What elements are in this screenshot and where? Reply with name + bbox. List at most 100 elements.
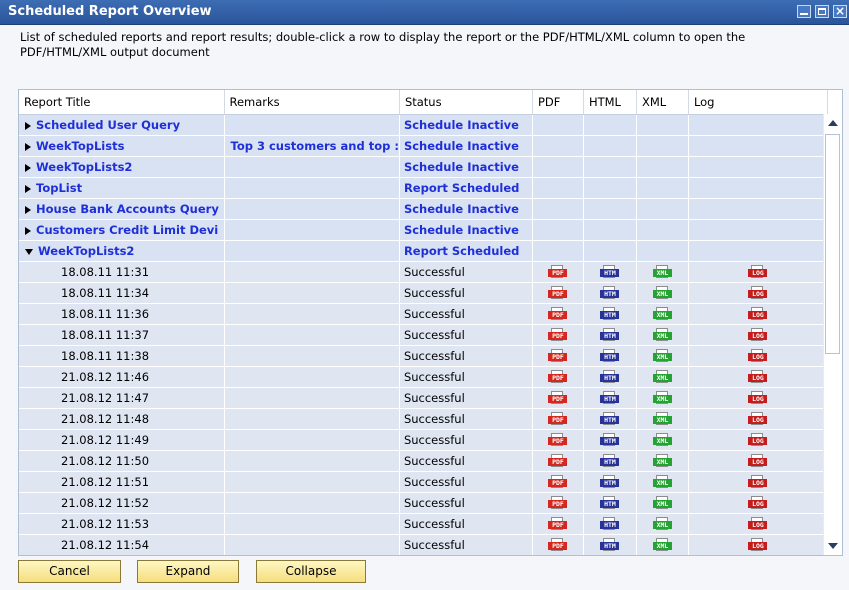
log-document-icon[interactable]: LOG xyxy=(748,265,768,279)
pdf-document-icon[interactable]: PDF xyxy=(548,517,568,531)
html-cell[interactable]: HTM xyxy=(583,366,637,388)
pdf-document-icon[interactable]: PDF xyxy=(548,538,568,552)
xml-document-icon[interactable]: XML xyxy=(652,370,672,384)
xml-cell[interactable]: XML xyxy=(636,471,689,493)
xml-cell[interactable]: XML xyxy=(636,282,689,304)
html-cell[interactable]: HTM xyxy=(583,429,637,451)
report-group-row[interactable]: House Bank Accounts Query Schedule Inacti… xyxy=(19,198,828,220)
column-header-status[interactable]: Status xyxy=(399,90,533,115)
log-cell[interactable]: LOG xyxy=(688,366,828,388)
log-document-icon[interactable]: LOG xyxy=(748,286,768,300)
log-cell[interactable]: LOG xyxy=(688,345,828,367)
xml-document-icon[interactable]: XML xyxy=(652,328,672,342)
collapsed-triangle-icon[interactable] xyxy=(25,142,31,151)
xml-cell[interactable]: XML xyxy=(636,366,689,388)
collapsed-triangle-icon[interactable] xyxy=(25,226,31,235)
log-document-icon[interactable]: LOG xyxy=(748,454,768,468)
pdf-document-icon[interactable]: PDF xyxy=(548,433,568,447)
html-cell[interactable]: HTM xyxy=(583,345,637,367)
log-cell[interactable]: LOG xyxy=(688,303,828,325)
log-document-icon[interactable]: LOG xyxy=(748,475,768,489)
log-cell[interactable]: LOG xyxy=(688,513,828,535)
xml-cell[interactable]: XML xyxy=(636,513,689,535)
column-header-pdf[interactable]: PDF xyxy=(532,90,584,115)
xml-cell[interactable]: XML xyxy=(636,303,689,325)
cancel-button[interactable]: Cancel xyxy=(18,560,121,583)
xml-cell[interactable]: XML xyxy=(636,492,689,514)
minimize-button[interactable] xyxy=(797,5,811,18)
report-group-row[interactable]: WeekTopLists Top 3 customers and top : Sch… xyxy=(19,135,828,157)
result-row[interactable]: 21.08.12 11:51 Successful PDF HTM XML LOG xyxy=(19,471,828,493)
xml-document-icon[interactable]: XML xyxy=(652,265,672,279)
log-document-icon[interactable]: LOG xyxy=(748,307,768,321)
xml-cell[interactable]: XML xyxy=(636,324,689,346)
report-group-row[interactable]: TopList Report Scheduled xyxy=(19,177,828,199)
xml-cell[interactable]: XML xyxy=(636,387,689,409)
html-document-icon[interactable]: HTM xyxy=(600,538,620,552)
report-group-row[interactable]: WeekTopLists2 Report Scheduled xyxy=(19,240,828,262)
scroll-down-arrow-icon[interactable] xyxy=(828,543,838,549)
pdf-cell[interactable]: PDF xyxy=(532,450,584,472)
html-document-icon[interactable]: HTM xyxy=(600,433,620,447)
pdf-cell[interactable]: PDF xyxy=(532,471,584,493)
pdf-cell[interactable]: PDF xyxy=(532,408,584,430)
pdf-document-icon[interactable]: PDF xyxy=(548,349,568,363)
result-row[interactable]: 21.08.12 11:47 Successful PDF HTM XML LOG xyxy=(19,387,828,409)
html-cell[interactable]: HTM xyxy=(583,261,637,283)
html-document-icon[interactable]: HTM xyxy=(600,370,620,384)
pdf-cell[interactable]: PDF xyxy=(532,261,584,283)
result-row[interactable]: 21.08.12 11:54 Successful PDF HTM XML LOG xyxy=(19,534,828,555)
result-row[interactable]: 21.08.12 11:52 Successful PDF HTM XML LOG xyxy=(19,492,828,514)
pdf-document-icon[interactable]: PDF xyxy=(548,454,568,468)
scroll-thumb[interactable] xyxy=(825,134,840,354)
result-row[interactable]: 21.08.12 11:48 Successful PDF HTM XML LOG xyxy=(19,408,828,430)
pdf-document-icon[interactable]: PDF xyxy=(548,496,568,510)
collapsed-triangle-icon[interactable] xyxy=(25,121,31,130)
xml-document-icon[interactable]: XML xyxy=(652,475,672,489)
column-header-report-title[interactable]: Report Title xyxy=(19,90,225,115)
result-row[interactable]: 18.08.11 11:34 Successful PDF HTM XML LOG xyxy=(19,282,828,304)
log-document-icon[interactable]: LOG xyxy=(748,517,768,531)
html-cell[interactable]: HTM xyxy=(583,471,637,493)
html-cell[interactable]: HTM xyxy=(583,303,637,325)
xml-cell[interactable]: XML xyxy=(636,408,689,430)
log-document-icon[interactable]: LOG xyxy=(748,412,768,426)
xml-document-icon[interactable]: XML xyxy=(652,307,672,321)
vertical-scrollbar[interactable] xyxy=(823,114,842,555)
pdf-document-icon[interactable]: PDF xyxy=(548,475,568,489)
column-header-xml[interactable]: XML xyxy=(636,90,689,115)
pdf-cell[interactable]: PDF xyxy=(532,429,584,451)
log-document-icon[interactable]: LOG xyxy=(748,496,768,510)
log-cell[interactable]: LOG xyxy=(688,450,828,472)
html-cell[interactable]: HTM xyxy=(583,450,637,472)
report-group-row[interactable]: WeekTopLists2 Schedule Inactive xyxy=(19,156,828,178)
result-row[interactable]: 21.08.12 11:49 Successful PDF HTM XML LOG xyxy=(19,429,828,451)
html-document-icon[interactable]: HTM xyxy=(600,517,620,531)
xml-document-icon[interactable]: XML xyxy=(652,496,672,510)
collapsed-triangle-icon[interactable] xyxy=(25,184,31,193)
log-document-icon[interactable]: LOG xyxy=(748,433,768,447)
html-document-icon[interactable]: HTM xyxy=(600,328,620,342)
html-document-icon[interactable]: HTM xyxy=(600,307,620,321)
result-row[interactable]: 21.08.12 11:46 Successful PDF HTM XML LOG xyxy=(19,366,828,388)
xml-document-icon[interactable]: XML xyxy=(652,349,672,363)
log-cell[interactable]: LOG xyxy=(688,534,828,555)
html-cell[interactable]: HTM xyxy=(583,324,637,346)
html-cell[interactable]: HTM xyxy=(583,534,637,555)
log-document-icon[interactable]: LOG xyxy=(748,538,768,552)
xml-document-icon[interactable]: XML xyxy=(652,391,672,405)
log-cell[interactable]: LOG xyxy=(688,408,828,430)
pdf-cell[interactable]: PDF xyxy=(532,282,584,304)
pdf-document-icon[interactable]: PDF xyxy=(548,328,568,342)
log-cell[interactable]: LOG xyxy=(688,429,828,451)
pdf-cell[interactable]: PDF xyxy=(532,324,584,346)
log-document-icon[interactable]: LOG xyxy=(748,370,768,384)
xml-document-icon[interactable]: XML xyxy=(652,454,672,468)
report-grid[interactable]: Report Title Remarks Status PDF HTML XML… xyxy=(18,89,843,556)
log-document-icon[interactable]: LOG xyxy=(748,328,768,342)
log-cell[interactable]: LOG xyxy=(688,324,828,346)
xml-document-icon[interactable]: XML xyxy=(652,412,672,426)
html-document-icon[interactable]: HTM xyxy=(600,286,620,300)
pdf-cell[interactable]: PDF xyxy=(532,534,584,555)
report-group-row[interactable]: Scheduled User Query Schedule Inactive xyxy=(19,114,828,136)
